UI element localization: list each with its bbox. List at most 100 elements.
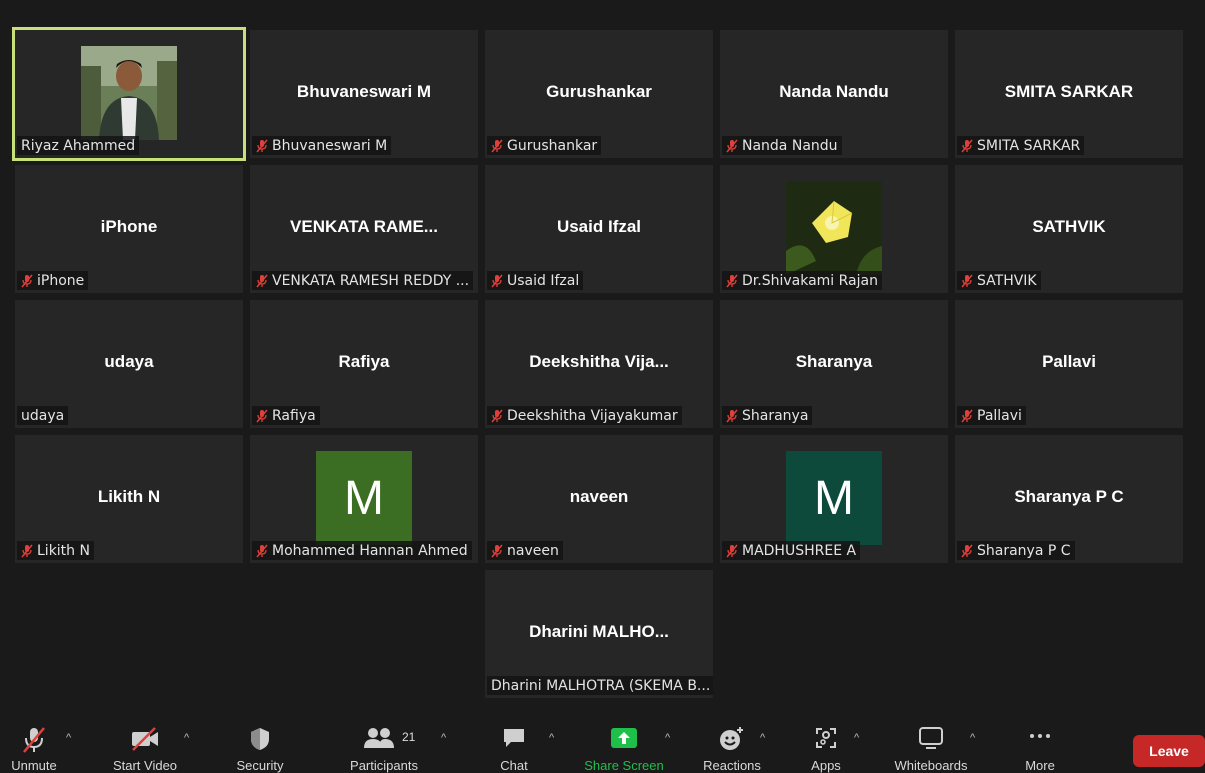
participant-tile[interactable]: Sharanya Sharanya [720, 300, 948, 428]
participant-name-text: Rafiya [272, 408, 316, 424]
participant-display-name: Bhuvaneswari M [296, 82, 432, 101]
participants-button[interactable]: 21 Participants [350, 712, 418, 773]
participant-name-label: udaya [17, 406, 69, 425]
participant-avatar: M [786, 451, 882, 545]
participant-display-name: Sharanya [795, 352, 873, 371]
unmute-button[interactable]: Unmute [10, 712, 58, 773]
participant-name-text: Usaid Ifzal [507, 273, 580, 289]
microphone-muted-icon [961, 274, 973, 288]
participant-name-text: Gurushankar [507, 138, 598, 154]
whiteboards-button[interactable]: Whiteboards [895, 712, 967, 773]
participant-name-text: Pallavi [977, 408, 1022, 424]
participant-tile[interactable]: udaya udaya [15, 300, 243, 428]
participant-name-label: Nanda Nandu [722, 136, 842, 155]
microphone-muted-icon [256, 409, 268, 423]
participant-tile[interactable]: Nanda Nandu Nanda Nandu [720, 30, 948, 158]
apps-options-chevron-icon[interactable]: ^ [854, 732, 859, 744]
meeting-toolbar: Unmute ^ Start Video ^ Security 21 Parti… [0, 712, 1205, 773]
participant-tile[interactable]: Gurushankar Gurushankar [485, 30, 713, 158]
share-screen-label: Share Screen [584, 758, 664, 773]
whiteboard-icon [919, 727, 943, 749]
participant-tile[interactable]: Bhuvaneswari M Bhuvaneswari M [250, 30, 478, 158]
unmute-label: Unmute [11, 758, 57, 773]
microphone-muted-icon [726, 139, 738, 153]
leave-meeting-button[interactable]: Leave [1133, 735, 1205, 767]
participant-name-text: udaya [21, 408, 65, 424]
whiteboards-options-chevron-icon[interactable]: ^ [970, 732, 975, 744]
microphone-muted-icon [23, 727, 45, 753]
apps-button[interactable]: Apps [808, 712, 844, 773]
microphone-muted-icon [256, 139, 268, 153]
participant-tile[interactable]: M MADHUSHREE A [720, 435, 948, 563]
microphone-muted-icon [491, 139, 503, 153]
security-label: Security [236, 758, 284, 773]
participant-tile[interactable]: M Mohammed Hannan Ahmed [250, 435, 478, 563]
share-screen-button[interactable]: Share Screen [584, 712, 664, 773]
more-button[interactable]: More [1022, 712, 1058, 773]
participants-icon [364, 728, 395, 748]
chat-options-chevron-icon[interactable]: ^ [549, 732, 554, 744]
reactions-label: Reactions [703, 758, 761, 773]
participant-tile[interactable]: Dr.Shivakami Rajan [720, 165, 948, 293]
participant-display-name: udaya [104, 352, 154, 371]
participant-display-name: Nanda Nandu [779, 82, 889, 101]
participants-label: Participants [350, 758, 418, 773]
participants-count: 21 [402, 730, 416, 744]
participant-name-text: Sharanya [742, 408, 809, 424]
participant-tile[interactable]: Usaid Ifzal Usaid Ifzal [485, 165, 713, 293]
microphone-muted-icon [21, 544, 33, 558]
participant-tile[interactable]: SMITA SARKAR SMITA SARKAR [955, 30, 1183, 158]
microphone-muted-icon [256, 544, 268, 558]
share-screen-arrow-icon [611, 728, 637, 748]
audio-options-chevron-icon[interactable]: ^ [66, 732, 71, 744]
participant-name-text: naveen [507, 543, 559, 559]
emoji-reaction-icon [720, 727, 743, 750]
participant-display-name: SATHVIK [1032, 217, 1106, 236]
microphone-muted-icon [961, 139, 973, 153]
microphone-muted-icon [961, 544, 973, 558]
video-options-chevron-icon[interactable]: ^ [184, 732, 189, 744]
participant-name-label: SATHVIK [957, 271, 1041, 290]
participant-name-text: VENKATA RAMESH REDDY ... [272, 273, 470, 289]
participant-display-name: Sharanya P C [1014, 487, 1124, 506]
participant-name-label: MADHUSHREE A [722, 541, 861, 560]
participant-name-label: Sharanya P C [957, 541, 1075, 560]
participant-name-text: SMITA SARKAR [977, 138, 1081, 154]
participant-tile[interactable]: Riyaz Ahammed [12, 27, 246, 161]
participant-tile[interactable]: Deekshitha Vija... Deekshitha Vijayakumar [485, 300, 713, 428]
participant-name-text: SATHVIK [977, 273, 1037, 289]
participant-tile[interactable]: Pallavi Pallavi [955, 300, 1183, 428]
start-video-button[interactable]: Start Video [113, 712, 177, 773]
participant-video-feed [81, 46, 177, 140]
participants-options-chevron-icon[interactable]: ^ [441, 732, 446, 744]
video-gallery-grid: Riyaz Ahammed Bhuvaneswari M Bhuvaneswari … [0, 0, 1205, 710]
participant-tile[interactable]: SATHVIK SATHVIK [955, 165, 1183, 293]
reactions-options-chevron-icon[interactable]: ^ [760, 732, 765, 744]
participant-tile[interactable]: Rafiya Rafiya [250, 300, 478, 428]
reactions-button[interactable]: Reactions [703, 712, 761, 773]
microphone-muted-icon [256, 274, 268, 288]
participant-profile-picture [786, 181, 882, 275]
share-options-chevron-icon[interactable]: ^ [665, 732, 670, 744]
participant-display-name: iPhone [100, 217, 158, 236]
chat-button[interactable]: Chat [495, 712, 533, 773]
security-button[interactable]: Security [237, 712, 283, 773]
participant-tile[interactable]: naveen naveen [485, 435, 713, 563]
whiteboards-label: Whiteboards [894, 758, 968, 773]
participant-tile[interactable]: iPhone iPhone [15, 165, 243, 293]
participant-name-label: Gurushankar [487, 136, 602, 155]
participant-tile[interactable]: Sharanya P C Sharanya P C [955, 435, 1183, 563]
participant-tile[interactable]: Dharini MALHO... Dharini MALHOTRA (SKEMA … [485, 570, 713, 698]
participant-name-text: Riyaz Ahammed [21, 138, 136, 154]
microphone-muted-icon [726, 544, 738, 558]
apps-label: Apps [811, 758, 841, 773]
participant-name-text: iPhone [37, 273, 85, 289]
participant-avatar: M [316, 451, 412, 545]
participant-display-name: VENKATA RAME... [290, 217, 438, 236]
participant-name-label: SMITA SARKAR [957, 136, 1085, 155]
more-label: More [1025, 758, 1055, 773]
participant-tile[interactable]: VENKATA RAME... VENKATA RAMESH REDDY ... [250, 165, 478, 293]
microphone-muted-icon [491, 544, 503, 558]
participant-display-name: Deekshitha Vija... [529, 352, 669, 371]
participant-tile[interactable]: Likith N Likith N [15, 435, 243, 563]
